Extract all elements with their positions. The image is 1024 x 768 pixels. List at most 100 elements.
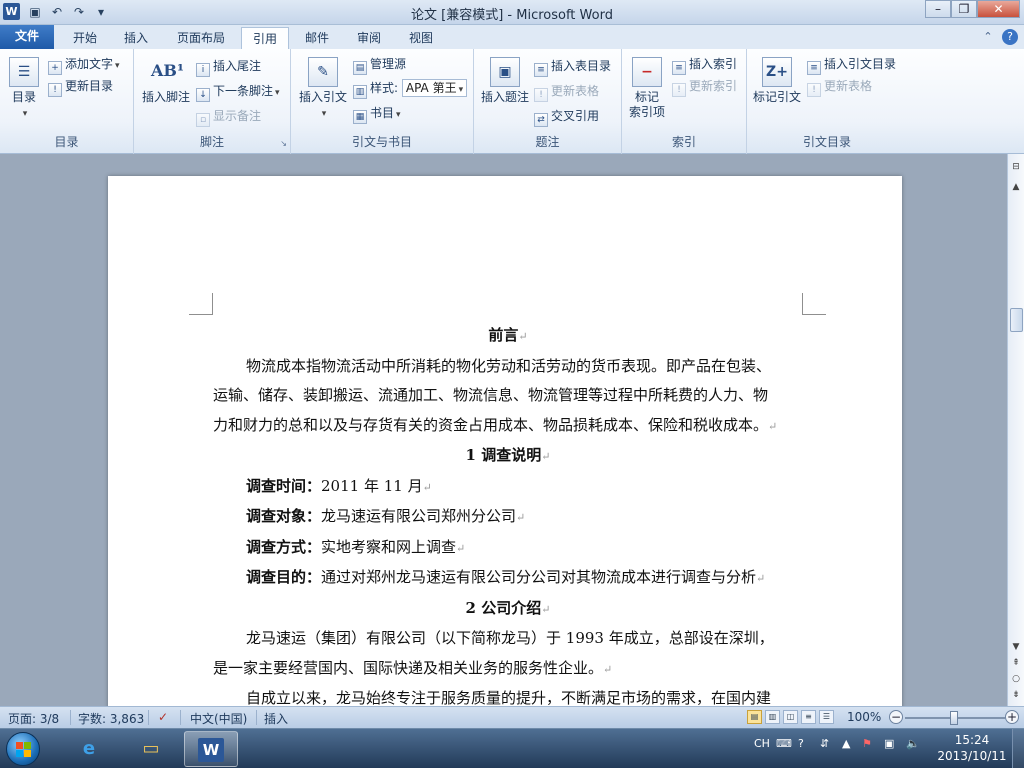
minimize-ribbon-icon[interactable]: ⌃: [980, 29, 996, 45]
group-label-footnotes: 脚注: [199, 135, 224, 149]
insert-mode-indicator[interactable]: 插入: [264, 710, 288, 727]
style-selector[interactable]: ▥ 样式: APA 第王 ▾: [353, 79, 468, 99]
help-tray-icon[interactable]: ?: [798, 737, 804, 750]
group-captions: ▣ 插入题注 ≡ 插入表目录 ! 更新表格 ⇄ 交叉引用 题注: [474, 49, 622, 154]
browse-object-icon[interactable]: ○: [1009, 674, 1023, 684]
insert-index-button[interactable]: ≡ 插入索引: [672, 55, 737, 75]
style-dropdown[interactable]: APA 第王 ▾: [401, 79, 468, 97]
keyboard-icon[interactable]: ⌨: [776, 737, 792, 750]
status-separator: [180, 710, 181, 725]
tab-review[interactable]: 审阅: [348, 27, 390, 49]
next-page-icon[interactable]: ⇟: [1009, 690, 1023, 700]
previous-page-icon[interactable]: ⇞: [1009, 658, 1023, 668]
toc-button[interactable]: ☰ 目录 ▾: [8, 57, 40, 122]
status-separator: [256, 710, 257, 725]
volume-icon[interactable]: 🔈: [906, 737, 920, 750]
dialog-launcher-icon[interactable]: ↘: [280, 139, 287, 148]
table-of-figures-icon: ≡: [534, 63, 548, 77]
mark-citation-button[interactable]: Z+ 标记引文: [751, 57, 803, 105]
page-indicator[interactable]: 页面: 3/8: [8, 710, 59, 727]
cross-reference-icon: ⇄: [534, 113, 548, 127]
zoom-out-icon[interactable]: −: [889, 710, 903, 724]
insert-toa-button[interactable]: ≡ 插入引文目录: [807, 55, 896, 75]
scroll-down-icon[interactable]: ▼: [1009, 642, 1023, 652]
zoom-level[interactable]: 100%: [847, 710, 881, 724]
update-table-captions-button[interactable]: ! 更新表格: [534, 82, 599, 102]
clock-time: 15:24: [954, 733, 990, 747]
action-center-icon[interactable]: ⚑: [862, 737, 872, 750]
survey-time: 调查时间：2011 年 11 月↵: [246, 476, 432, 495]
manage-sources-button[interactable]: ▤ 管理源: [353, 55, 406, 75]
heading-survey: 1 调查说明↵: [465, 446, 551, 464]
insert-footnote-button[interactable]: AB¹ 插入脚注: [140, 57, 192, 105]
tab-page-layout[interactable]: 页面布局: [166, 27, 236, 49]
insert-endnote-button[interactable]: i 插入尾注: [196, 57, 261, 77]
insert-caption-button[interactable]: ▣ 插入题注: [478, 57, 532, 105]
add-text-button[interactable]: + 添加文字 ▾: [48, 55, 120, 75]
file-explorer-icon[interactable]: ▭: [124, 731, 178, 767]
close-icon[interactable]: ✕: [977, 0, 1020, 18]
windows-logo-icon: [24, 750, 31, 757]
chevron-down-icon: ▾: [22, 109, 28, 119]
update-toa-button[interactable]: ! 更新表格: [807, 77, 872, 97]
tab-mailings[interactable]: 邮件: [296, 27, 338, 49]
ribbon-tab-bar: 文件 开始 插入 页面布局 引用 邮件 审阅 视图 ⌃ ?: [0, 25, 1024, 49]
tab-file[interactable]: 文件: [0, 25, 54, 49]
update-icon: !: [48, 83, 62, 97]
document-page[interactable]: 前言↵ 物流成本指物流活动中所消耗的物化劳动和活劳动的货币表现。即产品在包装、 …: [108, 176, 902, 706]
draft-icon[interactable]: ☰: [819, 710, 834, 724]
mark-entry-button[interactable]: − 标记 索引项: [626, 57, 668, 120]
bibliography-button[interactable]: ▦ 书目 ▾: [353, 104, 401, 124]
ribbon-help-area: ⌃ ?: [980, 29, 1018, 45]
show-notes-button[interactable]: ▫ 显示备注: [196, 107, 261, 127]
maximize-icon[interactable]: ❐: [951, 0, 977, 18]
ruler-toggle-icon[interactable]: ⊟: [1009, 162, 1023, 172]
next-footnote-button[interactable]: ↓ 下一条脚注 ▾: [196, 82, 280, 102]
update-index-button[interactable]: ! 更新索引: [672, 77, 737, 97]
show-desktop-button[interactable]: [1012, 729, 1024, 768]
ime-indicator[interactable]: CH: [754, 737, 770, 750]
heading-preface: 前言↵: [488, 326, 528, 344]
web-layout-icon[interactable]: ◫: [783, 710, 798, 724]
outline-icon[interactable]: ≡: [801, 710, 816, 724]
word-count[interactable]: 字数: 3,863: [78, 710, 144, 727]
vertical-scrollbar[interactable]: ⊟ ▲ ▼ ⇞ ○ ⇟: [1007, 154, 1024, 706]
language-indicator[interactable]: 中文(中国): [190, 710, 247, 727]
proofing-icon[interactable]: ✓: [158, 710, 168, 724]
update-toa-icon: !: [807, 83, 821, 97]
group-label-index: 索引: [671, 135, 696, 149]
chevron-down-icon: ▾: [458, 85, 464, 95]
insert-table-of-figures-button[interactable]: ≡ 插入表目录: [534, 57, 611, 77]
zoom-slider-thumb[interactable]: [950, 711, 958, 725]
internet-explorer-icon[interactable]: e: [62, 731, 116, 767]
tab-insert[interactable]: 插入: [114, 27, 158, 49]
insert-citation-button[interactable]: ✎ 插入引文 ▾: [297, 57, 349, 122]
insert-toa-icon: ≡: [807, 61, 821, 75]
group-authorities: Z+ 标记引文 ≡ 插入引文目录 ! 更新表格 引文目录: [747, 49, 907, 154]
ime-options-icon[interactable]: ⇵: [820, 737, 829, 750]
windows-logo-icon: [24, 742, 31, 749]
network-icon[interactable]: ▣: [884, 737, 894, 750]
scroll-up-icon[interactable]: ▲: [1009, 182, 1023, 192]
scroll-thumb[interactable]: [1010, 308, 1023, 332]
update-toc-button[interactable]: ! 更新目录: [48, 77, 113, 97]
insert-index-icon: ≡: [672, 61, 686, 75]
tab-view[interactable]: 视图: [400, 27, 442, 49]
tab-home[interactable]: 开始: [62, 27, 108, 49]
footnote-icon: AB¹: [151, 61, 184, 80]
word-taskbar-icon[interactable]: W: [184, 731, 238, 767]
chevron-down-icon: ▾: [115, 61, 120, 71]
help-icon[interactable]: ?: [1002, 29, 1018, 45]
document-body[interactable]: 前言↵ 物流成本指物流活动中所消耗的物化劳动和活劳动的货币表现。即产品在包装、 …: [213, 321, 803, 706]
group-footnotes: AB¹ 插入脚注 i 插入尾注 ↓ 下一条脚注 ▾ ▫ 显示备注 脚注 ↘: [134, 49, 291, 154]
show-hidden-icons-icon[interactable]: ▲: [842, 737, 850, 750]
zoom-in-icon[interactable]: +: [1005, 710, 1019, 724]
tab-references[interactable]: 引用: [241, 27, 289, 49]
minimize-icon[interactable]: –: [925, 0, 951, 18]
cross-reference-button[interactable]: ⇄ 交叉引用: [534, 107, 599, 127]
print-layout-icon[interactable]: ▤: [747, 710, 762, 724]
full-screen-reading-icon[interactable]: ▥: [765, 710, 780, 724]
start-button[interactable]: [6, 732, 40, 766]
system-clock[interactable]: 15:24 2013/10/11: [937, 732, 1007, 764]
windows-logo-icon: [16, 742, 23, 749]
